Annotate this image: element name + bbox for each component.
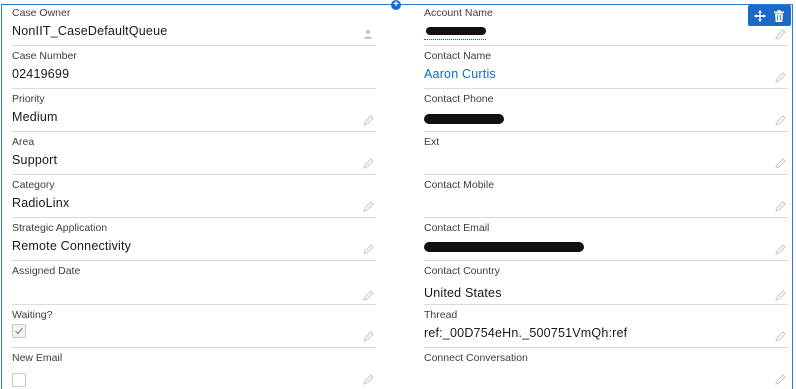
redacted-value [424,242,584,252]
field-value: United States [424,286,502,300]
field-new-email: New Email [12,348,376,389]
field-label: Account Name [424,7,493,19]
field-contact-country: Contact Country United States [424,261,788,305]
pencil-icon[interactable] [775,242,786,255]
field-label: Case Owner [12,7,71,19]
field-label: Assigned Date [12,265,81,277]
waiting-checkbox[interactable] [12,324,26,338]
field-label: Category [12,179,55,191]
record-detail-canvas: + Case Owner NonIIT_CaseDefaultQueue Cas… [0,0,796,389]
field-contact-email: Contact Email [424,218,788,261]
field-label: Thread [424,309,458,321]
component-toolbar [748,5,791,26]
pencil-icon[interactable] [775,113,786,126]
field-label: Contact Name [424,50,492,62]
field-case-number: Case Number 02419699 [12,46,376,89]
pencil-icon[interactable] [775,329,786,342]
contact-name-link[interactable]: Aaron Curtis [424,67,496,81]
pencil-icon[interactable] [775,288,786,301]
field-ext: Ext [424,132,788,175]
pencil-icon[interactable] [775,372,786,385]
pencil-icon[interactable] [363,156,374,169]
field-category: Category RadioLinx [12,175,376,218]
field-value: Support [12,153,58,167]
trash-icon[interactable] [772,9,786,23]
pencil-icon[interactable] [775,199,786,212]
field-label: New Email [12,352,63,364]
field-priority: Priority Medium [12,89,376,132]
field-contact-mobile: Contact Mobile [424,175,788,218]
pencil-icon[interactable] [775,27,786,40]
field-case-owner: Case Owner NonIIT_CaseDefaultQueue [12,3,376,46]
field-value: RadioLinx [12,196,70,210]
field-label: Contact Mobile [424,179,495,191]
field-account-name: Account Name [424,3,788,46]
move-icon[interactable] [753,9,767,23]
pencil-icon[interactable] [775,70,786,83]
add-component-plus-icon[interactable]: + [391,0,401,10]
field-value: 02419699 [12,67,70,81]
redacted-value [426,27,486,35]
field-label: Contact Phone [424,93,494,105]
link-underline [424,39,486,40]
field-contact-name: Contact Name Aaron Curtis [424,46,788,89]
pencil-icon[interactable] [363,329,374,342]
pencil-icon[interactable] [363,372,374,385]
field-connect-conversation: Connect Conversation [424,348,788,389]
pencil-icon[interactable] [363,113,374,126]
field-strategic-application: Strategic Application Remote Connectivit… [12,218,376,261]
field-label: Waiting? [12,309,53,321]
field-assigned-date: Assigned Date [12,261,376,305]
field-label: Ext [424,136,440,148]
field-label: Area [12,136,35,148]
field-label: Connect Conversation [424,352,528,364]
field-value: NonIIT_CaseDefaultQueue [12,24,168,38]
pencil-icon[interactable] [363,288,374,301]
field-thread: Thread ref:_00D754eHn._500751VmQh:ref [424,305,788,348]
field-contact-phone: Contact Phone [424,89,788,132]
field-label: Strategic Application [12,222,108,234]
field-value: Medium [12,110,58,124]
field-label: Case Number [12,50,77,62]
field-label: Priority [12,93,45,105]
field-waiting: Waiting? [12,305,376,348]
new-email-checkbox[interactable] [12,373,26,387]
field-label: Contact Email [424,222,490,234]
pencil-icon[interactable] [363,242,374,255]
field-value: ref:_00D754eHn._500751VmQh:ref [424,326,628,340]
pencil-icon[interactable] [363,199,374,212]
field-area: Area Support [12,132,376,175]
user-change-icon[interactable] [363,27,374,39]
pencil-icon[interactable] [775,156,786,169]
redacted-value [424,114,504,124]
field-value: Remote Connectivity [12,239,132,253]
field-label: Contact Country [424,265,500,277]
